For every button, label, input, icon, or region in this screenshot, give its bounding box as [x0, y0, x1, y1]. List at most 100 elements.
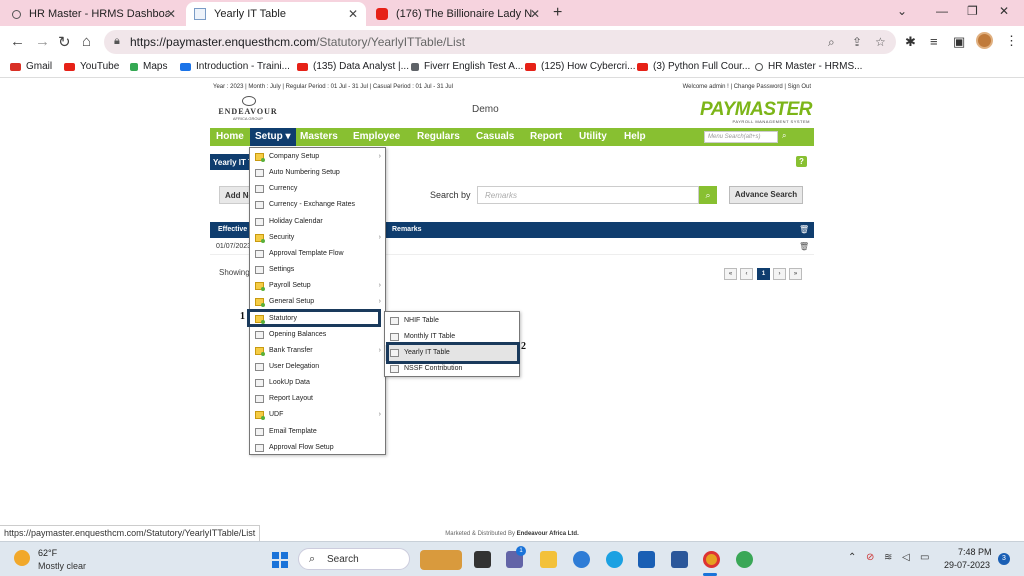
store-icon[interactable]: [638, 551, 655, 568]
tab-yearly-it-table[interactable]: Yearly IT Table ✕: [186, 2, 366, 26]
minimize-icon[interactable]: —: [936, 4, 948, 18]
setup-menu-item[interactable]: Holiday Calendar: [250, 214, 385, 230]
menu-casuals[interactable]: Casuals: [476, 131, 514, 142]
search-button[interactable]: ⌕: [699, 186, 717, 204]
bookmark-introduction[interactable]: Introduction - Traini...: [180, 61, 290, 72]
weather-moon-icon[interactable]: [14, 550, 30, 566]
reload-icon[interactable]: ↻: [58, 33, 71, 51]
wifi-icon[interactable]: ≋: [884, 552, 892, 563]
search-icon[interactable]: ⌕: [782, 131, 786, 141]
setup-menu-item[interactable]: Report Layout: [250, 391, 385, 407]
chevron-down-icon[interactable]: ⌄: [897, 4, 907, 18]
clock-date[interactable]: 29-07-2023: [944, 560, 990, 570]
bookmark-data-analyst[interactable]: (135) Data Analyst |...: [297, 61, 409, 72]
setup-menu-item[interactable]: Security ›: [250, 230, 385, 246]
windows-start-icon[interactable]: [272, 552, 288, 568]
task-view-icon[interactable]: [474, 551, 491, 568]
volume-icon[interactable]: ◁: [902, 552, 910, 563]
battery-icon[interactable]: ▭: [920, 552, 929, 563]
notification-badge[interactable]: 3: [998, 553, 1010, 565]
side-panel-icon[interactable]: ▣: [953, 34, 965, 50]
setup-menu-item[interactable]: Company Setup ›: [250, 149, 385, 165]
account-links[interactable]: Welcome admin ! | Change Password | Sign…: [683, 84, 811, 90]
setup-menu-item[interactable]: Approval Template Flow: [250, 246, 385, 262]
chrome-icon[interactable]: [703, 551, 720, 568]
setup-menu-item[interactable]: User Delegation: [250, 359, 385, 375]
home-icon[interactable]: ⌂: [82, 33, 91, 50]
pager-next[interactable]: ›: [773, 268, 786, 280]
menu-search-input[interactable]: Menu Search(alt+s): [704, 131, 778, 143]
menu-setup[interactable]: Setup ▾: [250, 128, 296, 146]
clock-time[interactable]: 7:48 PM: [958, 547, 992, 557]
restore-icon[interactable]: ❐: [967, 4, 978, 18]
setup-menu-item[interactable]: Bank Transfer ›: [250, 343, 385, 359]
profile-avatar[interactable]: [976, 32, 993, 49]
menu-utility[interactable]: Utility: [579, 131, 607, 142]
chevron-up-icon[interactable]: ⌃: [848, 552, 856, 563]
setup-menu-item[interactable]: Auto Numbering Setup: [250, 165, 385, 181]
bookmark-star-icon[interactable]: ☆: [875, 35, 886, 49]
setup-menu-item[interactable]: UDF ›: [250, 407, 385, 423]
bookmark-maps[interactable]: Maps: [130, 61, 167, 72]
menu-employee[interactable]: Employee: [353, 131, 400, 142]
bookmark-hr-master[interactable]: HR Master - HRMS...: [755, 61, 862, 72]
taskbar-search[interactable]: ⌕ Search: [298, 548, 410, 570]
tiger-widget-icon[interactable]: [420, 550, 462, 570]
extensions-icon[interactable]: ✱: [905, 34, 916, 50]
close-icon[interactable]: ✕: [166, 7, 176, 21]
setup-menu-item[interactable]: Currency: [250, 181, 385, 197]
bookmark-gmail[interactable]: Gmail: [10, 61, 52, 72]
share-icon[interactable]: ⇪: [852, 35, 862, 49]
tab-youtube[interactable]: (176) The Billionaire Lady Nvr Wr ✕: [368, 2, 548, 26]
pager-page-1[interactable]: 1: [757, 268, 770, 280]
zoom-icon[interactable]: ⌕: [828, 35, 835, 50]
edge-icon[interactable]: [573, 551, 590, 568]
setup-menu-item[interactable]: Currency - Exchange Rates: [250, 197, 385, 213]
bookmark-fiverr[interactable]: Fiverr English Test A...: [411, 61, 523, 72]
advance-search-button[interactable]: Advance Search: [729, 186, 803, 204]
help-icon[interactable]: ?: [796, 156, 807, 167]
pager-prev[interactable]: ‹: [740, 268, 753, 280]
tab-hr-master[interactable]: HR Master - HRMS Dashboard ar ✕: [4, 2, 184, 26]
bookmark-youtube[interactable]: YouTube: [64, 61, 119, 72]
weather-description[interactable]: Mostly clear: [38, 561, 86, 571]
menu-help[interactable]: Help: [624, 131, 646, 142]
pager-last[interactable]: »: [789, 268, 802, 280]
edge-beta-icon[interactable]: [606, 551, 623, 568]
menu-masters[interactable]: Masters: [300, 131, 338, 142]
setup-menu-item[interactable]: General Setup ›: [250, 294, 385, 310]
alert-icon[interactable]: ⊘: [866, 552, 874, 563]
column-effective[interactable]: Effective: [218, 226, 247, 233]
column-remarks[interactable]: Remarks: [392, 226, 422, 233]
close-icon[interactable]: ✕: [348, 7, 358, 21]
setup-menu-item[interactable]: Payroll Setup ›: [250, 278, 385, 294]
file-explorer-icon[interactable]: [540, 551, 557, 568]
forward-icon[interactable]: →: [35, 33, 50, 50]
new-tab-button[interactable]: +: [553, 4, 562, 22]
delete-row-icon[interactable]: 🗑︎: [799, 242, 809, 251]
remarks-search-input[interactable]: Remarks: [477, 186, 699, 204]
submenu-nhif-table[interactable]: NHIF Table: [385, 313, 519, 329]
close-window-icon[interactable]: ✕: [999, 4, 1009, 18]
setup-menu-item[interactable]: Opening Balances: [250, 327, 385, 343]
word-icon[interactable]: [671, 551, 688, 568]
menu-regulars[interactable]: Regulars: [417, 131, 460, 142]
pager-first[interactable]: «: [724, 268, 737, 280]
back-icon[interactable]: ←: [10, 33, 25, 50]
setup-menu-item[interactable]: Settings: [250, 262, 385, 278]
media-icon[interactable]: ≡: [930, 34, 938, 49]
weather-temperature[interactable]: 62°F: [38, 548, 57, 558]
close-icon[interactable]: ✕: [530, 7, 540, 21]
menu-report[interactable]: Report: [530, 131, 562, 142]
delete-all-icon[interactable]: 🗑︎: [799, 225, 809, 234]
bookmark-python[interactable]: (3) Python Full Cour...: [637, 61, 750, 72]
setup-menu-item[interactable]: LookUp Data: [250, 375, 385, 391]
globe-app-icon[interactable]: [736, 551, 753, 568]
setup-menu-item[interactable]: Email Template: [250, 424, 385, 440]
setup-menu-item[interactable]: Approval Flow Setup: [250, 440, 385, 456]
bookmark-cybercrime[interactable]: (125) How Cybercri...: [525, 61, 635, 72]
menu-home[interactable]: Home: [216, 131, 244, 142]
add-new-button[interactable]: Add New: [219, 186, 253, 204]
menu-dots-icon[interactable]: ⋮: [1005, 33, 1018, 49]
address-bar[interactable]: 🔒︎ https://paymaster.enquesthcm.com/Stat…: [104, 30, 896, 54]
